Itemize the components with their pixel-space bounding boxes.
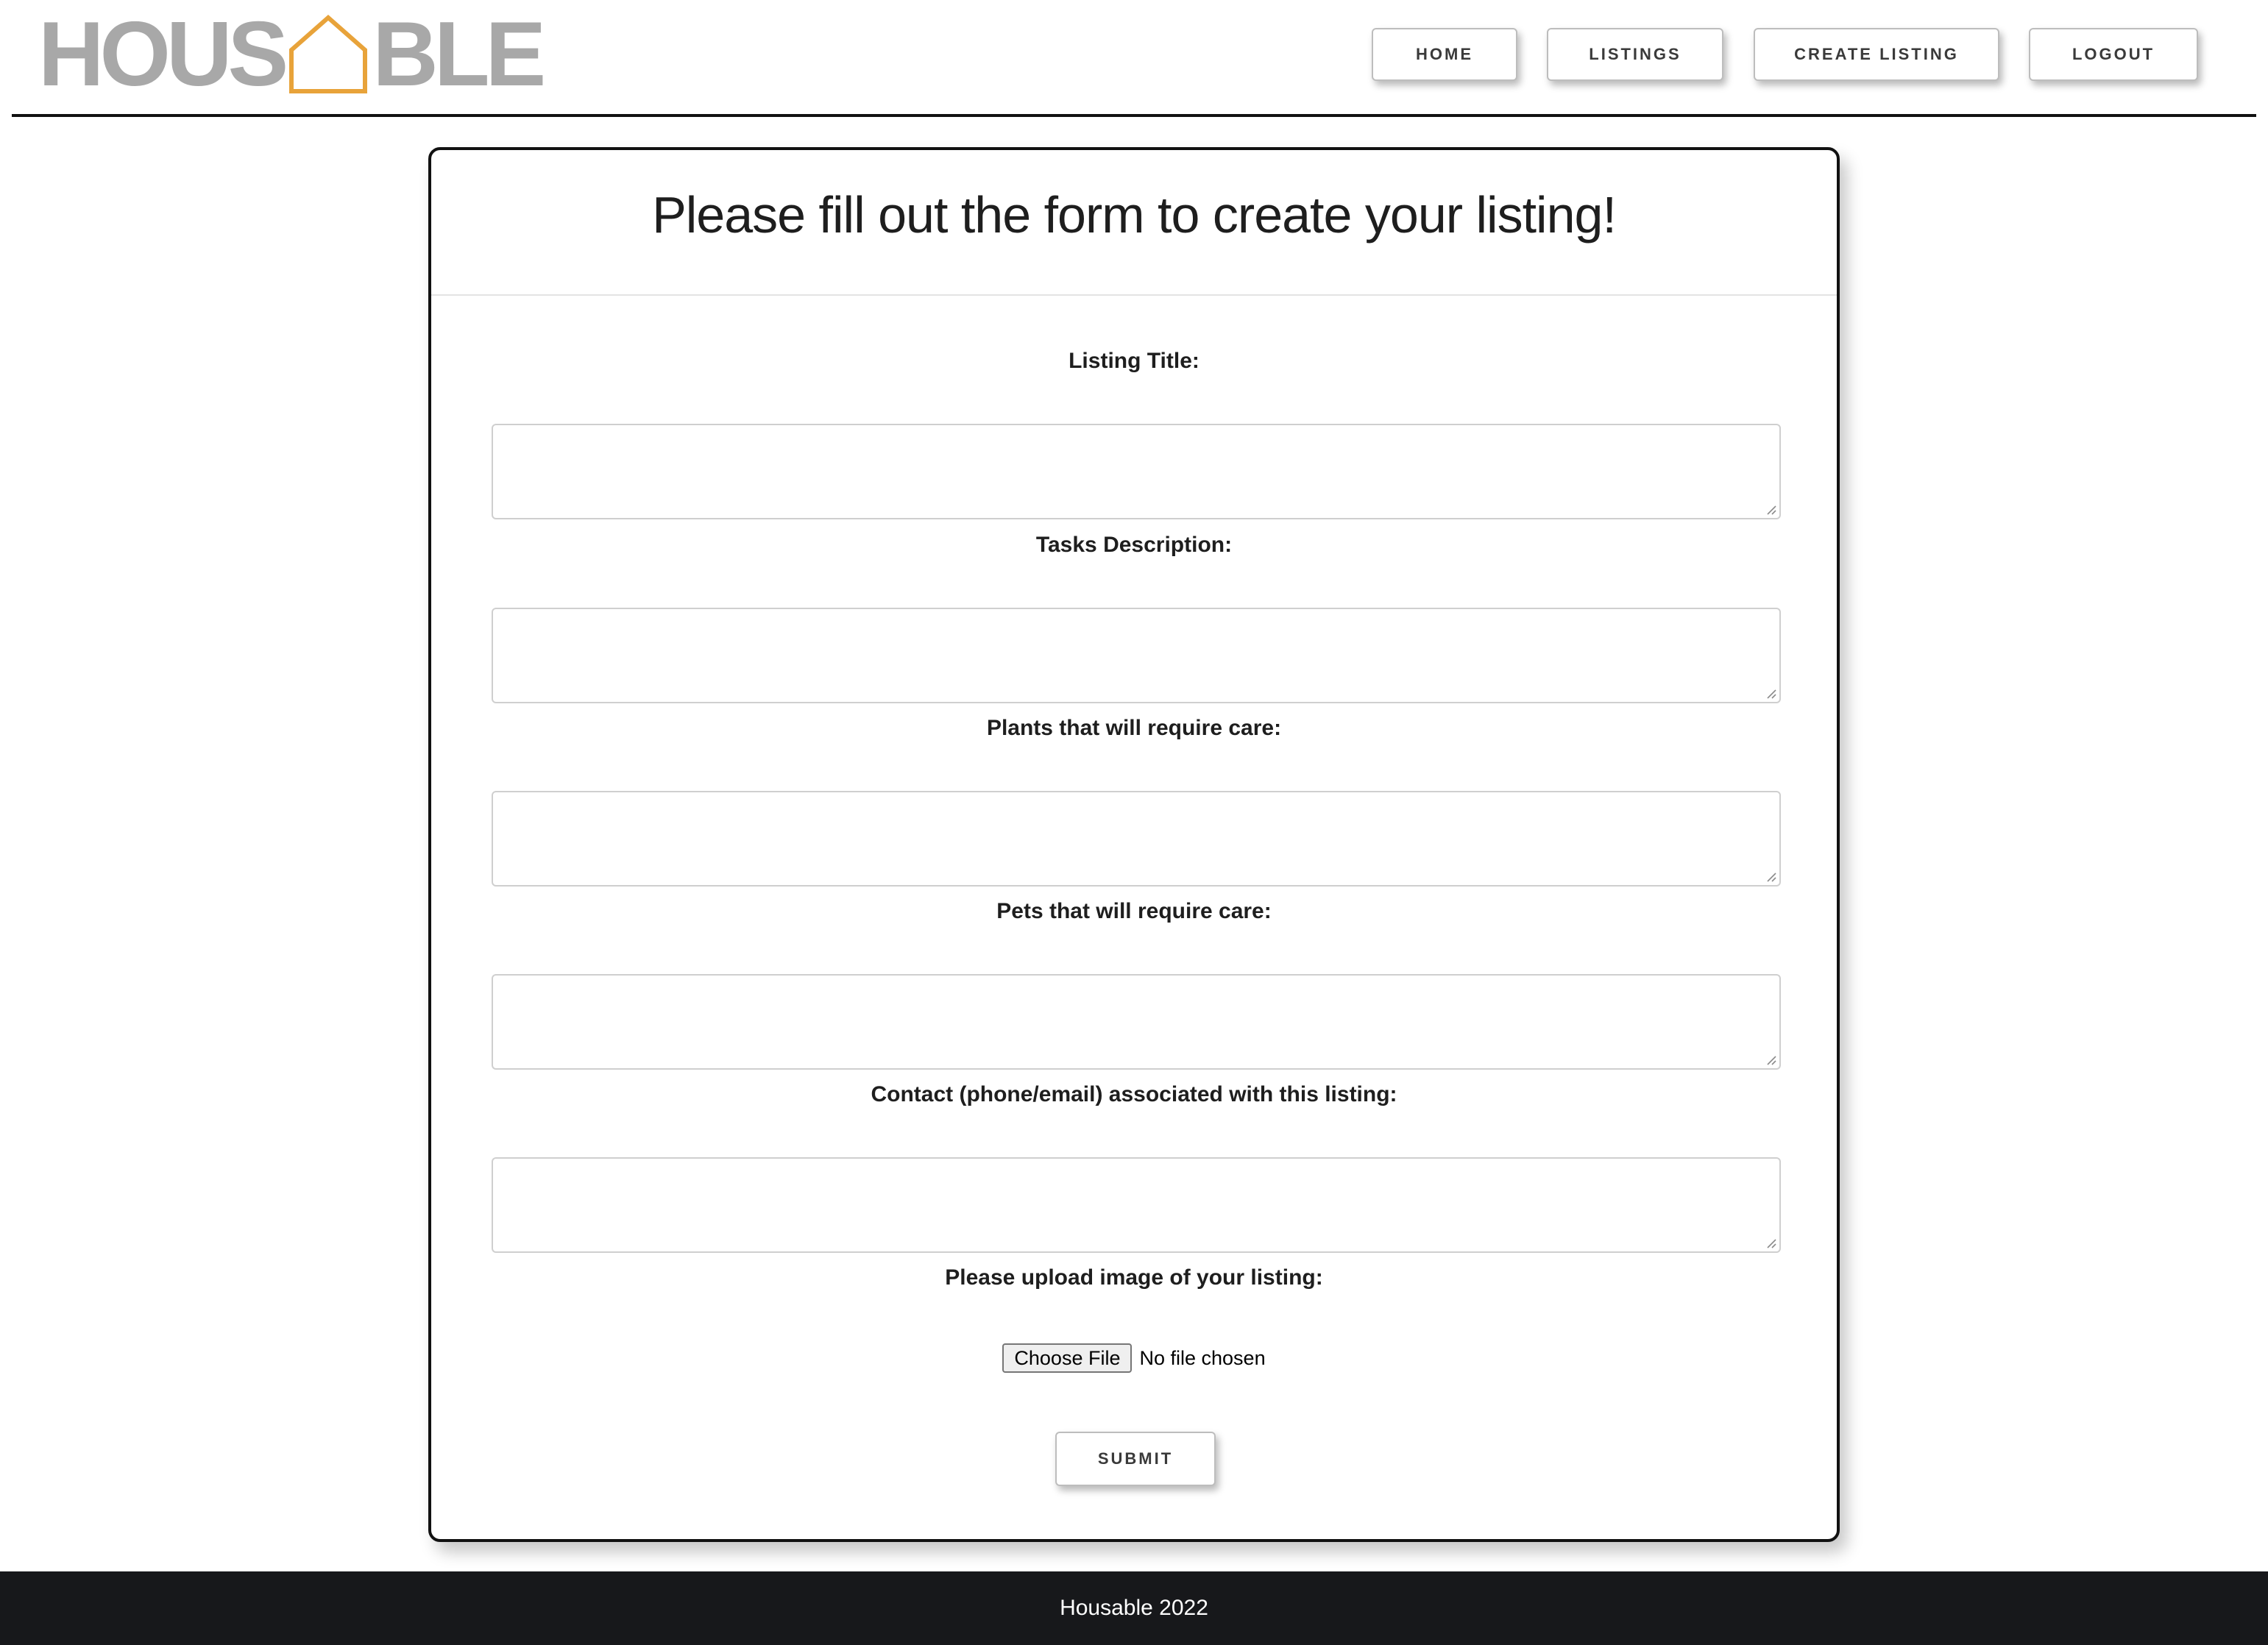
resize-grip-icon[interactable]: [1765, 687, 1776, 699]
header-divider: [12, 114, 2256, 117]
form-title: Please fill out the form to create your …: [652, 186, 1617, 244]
file-upload-row: Choose File No file chosen: [431, 1343, 1837, 1373]
site-header: HOUS BLE HOME LISTINGS CREATE LISTING LO…: [0, 0, 2268, 118]
form-title-divider: [431, 294, 1837, 296]
plants-care-label: Plants that will require care:: [986, 716, 1282, 740]
listing-title-field[interactable]: [492, 424, 1781, 519]
create-listing-form: Please fill out the form to create your …: [428, 147, 1840, 1542]
file-status-text: No file chosen: [1139, 1346, 1266, 1369]
pets-care-field[interactable]: [492, 974, 1781, 1070]
pets-care-label: Pets that will require care:: [996, 899, 1272, 923]
contact-label: Contact (phone/email) associated with th…: [871, 1082, 1397, 1106]
upload-image-label: Please upload image of your listing:: [945, 1265, 1323, 1290]
nav-listings-button[interactable]: LISTINGS: [1547, 28, 1723, 81]
resize-grip-icon[interactable]: [1765, 1237, 1776, 1248]
submit-button[interactable]: SUBMIT: [1055, 1432, 1216, 1486]
nav-logout-button[interactable]: LOGOUT: [2029, 28, 2198, 81]
tasks-description-field[interactable]: [492, 608, 1781, 703]
main-nav: HOME LISTINGS CREATE LISTING LOGOUT: [0, 28, 2268, 84]
choose-file-button[interactable]: Choose File: [1002, 1343, 1133, 1373]
contact-field[interactable]: [492, 1157, 1781, 1253]
tasks-description-label: Tasks Description:: [1035, 533, 1233, 557]
resize-grip-icon[interactable]: [1765, 503, 1776, 515]
nav-create-listing-button[interactable]: CREATE LISTING: [1754, 28, 1999, 81]
site-footer: Housable 2022: [0, 1571, 2268, 1645]
resize-grip-icon[interactable]: [1765, 1054, 1776, 1065]
resize-grip-icon[interactable]: [1765, 870, 1776, 882]
nav-home-button[interactable]: HOME: [1372, 28, 1517, 81]
footer-copyright: Housable 2022: [1060, 1596, 1208, 1620]
listing-title-label: Listing Title:: [1069, 349, 1199, 373]
plants-care-field[interactable]: [492, 791, 1781, 887]
